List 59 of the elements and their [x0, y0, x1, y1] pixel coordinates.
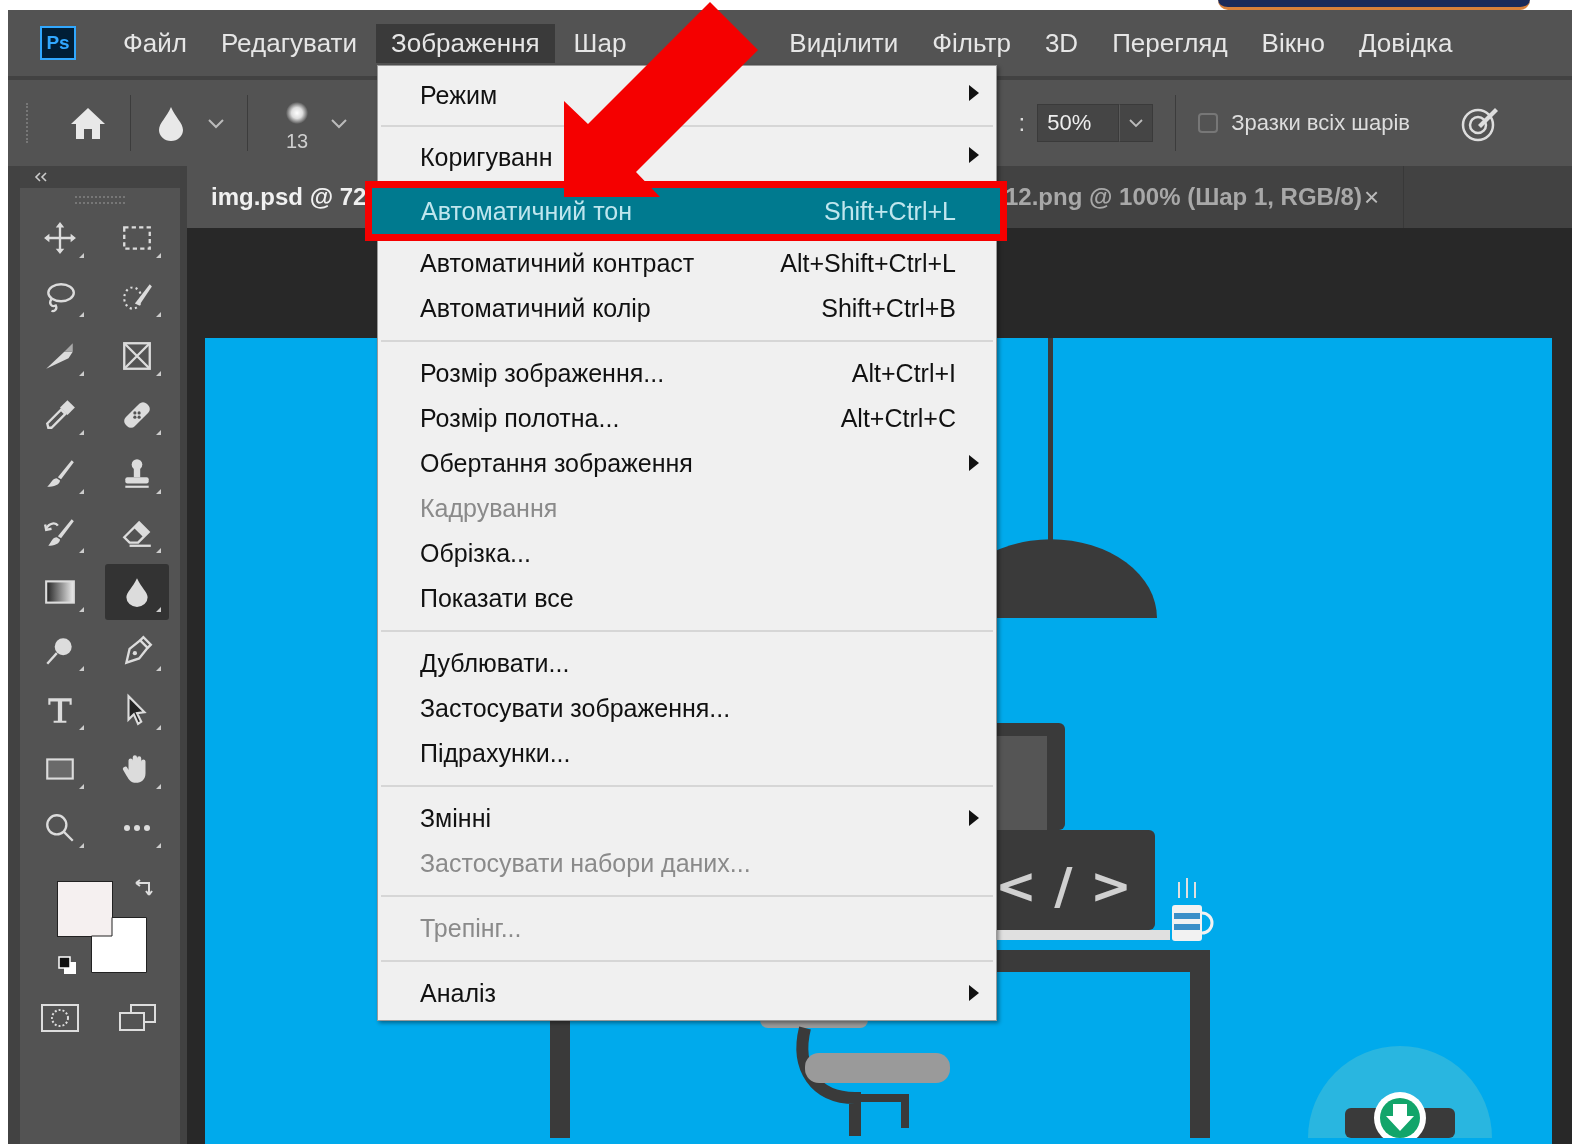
menu-item[interactable]: Застосувати зображення... — [378, 686, 996, 731]
menu-bar-item[interactable]: Фільтр — [917, 23, 1026, 63]
menu-bar-item[interactable]: Зображення — [375, 23, 555, 63]
submenu-arrow-icon — [968, 84, 980, 102]
menu-item[interactable]: Розмір полотна... Alt+Ctrl+C — [378, 396, 996, 441]
mug-drawing — [1172, 877, 1214, 941]
eyedropper-icon — [43, 398, 77, 432]
menu-bar-item[interactable]: Шар — [558, 23, 642, 63]
move-icon — [43, 221, 77, 255]
menu-bar-item[interactable]: Виділити — [774, 23, 914, 63]
menu-bar-item[interactable]: Довідка — [1343, 23, 1468, 63]
submenu-arrow-icon — [968, 809, 980, 827]
submenu-arrow-icon — [968, 984, 980, 1002]
menu-item[interactable]: Обертання зображення — [378, 441, 996, 486]
menu-item[interactable]: Змінні — [378, 796, 996, 841]
screen-mode-icon[interactable] — [117, 1002, 157, 1034]
menu-bar-item[interactable]: Редагувати — [205, 23, 372, 63]
menu-item[interactable]: Режим — [378, 71, 996, 119]
default-colors-icon[interactable] — [57, 955, 79, 977]
field-label: : — [1018, 109, 1026, 137]
menu-item[interactable]: Показати все — [378, 576, 996, 621]
app-logo: Ps — [40, 26, 76, 60]
frame-icon — [120, 339, 154, 373]
menu-bar-item[interactable]: 3D — [1029, 23, 1094, 63]
code-sign: < / > — [995, 857, 1132, 915]
menu-item[interactable]: Аналіз — [378, 971, 996, 1016]
quick-mask-icon[interactable] — [40, 1002, 80, 1034]
tool-button[interactable] — [105, 564, 169, 620]
menu-item[interactable]: Обрізка... — [378, 531, 996, 576]
menu-item[interactable]: Автоматичний контраст Alt+Shift+Ctrl+L — [378, 241, 996, 286]
menu-item[interactable]: Автоматичний колір Shift+Ctrl+B — [378, 286, 996, 331]
brush-preset-picker[interactable]: 13 — [284, 93, 310, 153]
shortcut-text: Shift+Ctrl+L — [824, 196, 956, 226]
grip-handle[interactable] — [75, 196, 125, 204]
menu-item[interactable]: Підрахунки... — [378, 731, 996, 776]
close-icon[interactable]: × — [1363, 181, 1380, 213]
checkbox-label[interactable]: Зразки всіх шарів — [1231, 110, 1410, 136]
menu-bar-item[interactable]: Перегляд — [1097, 23, 1243, 63]
dropdown-button[interactable] — [1119, 104, 1154, 142]
strength-field[interactable]: 50% — [1037, 104, 1120, 142]
shortcut-text: Alt+Ctrl+I — [851, 359, 956, 388]
submenu-arrow-icon — [968, 454, 980, 472]
checkbox[interactable] — [1198, 113, 1219, 133]
caret-icon[interactable] — [207, 117, 225, 129]
submenu-arrow-icon — [968, 146, 980, 164]
chevron-down-icon — [1128, 118, 1145, 128]
menu-item[interactable]: Дублювати... — [378, 641, 996, 686]
menu-bar-item[interactable]: Файл — [108, 23, 202, 63]
caret-icon[interactable] — [330, 117, 348, 129]
shortcut-text: Shift+Ctrl+B — [821, 294, 956, 323]
menu-bar-item[interactable]: Вікно — [1246, 23, 1340, 63]
brush-tip-icon — [284, 99, 310, 126]
menu-item[interactable]: Автоматичний тон Shift+Ctrl+L — [372, 188, 1000, 234]
collapse-icon[interactable] — [34, 172, 48, 182]
shortcut-text: Alt+Ctrl+C — [840, 404, 956, 433]
shortcut-text: Alt+Shift+Ctrl+L — [780, 249, 956, 278]
drop-icon[interactable] — [157, 105, 185, 141]
menu-item[interactable]: Розмір зображення... Alt+Ctrl+I — [378, 351, 996, 396]
foreground-color-swatch[interactable] — [57, 881, 113, 937]
